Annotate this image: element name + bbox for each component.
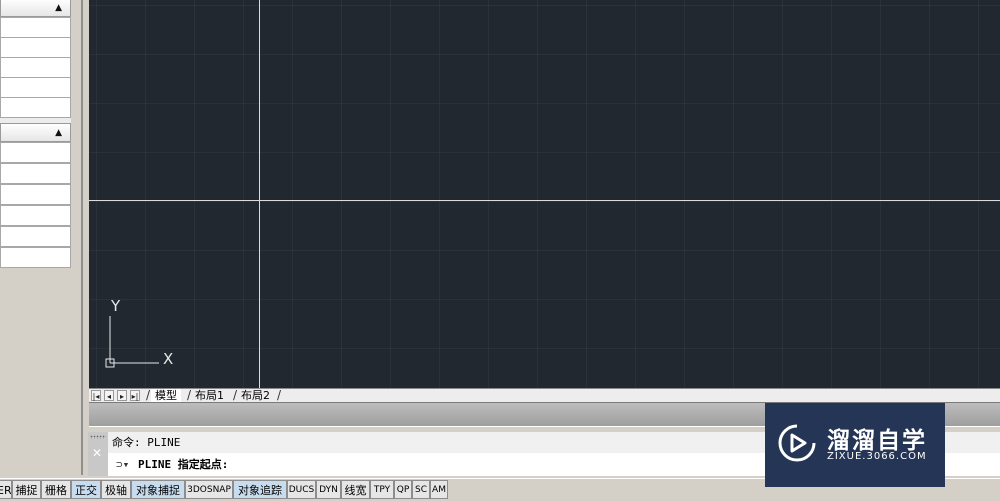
palette-section-header-1[interactable]: ▲ (0, 0, 71, 17)
palette-row[interactable] (0, 184, 71, 205)
next-tab-icon[interactable]: ▸ (117, 390, 127, 401)
palette-row[interactable] (0, 205, 71, 226)
ucs-x-label: X (163, 350, 173, 368)
status-toggle-3dosnap[interactable]: 3DOSNAP (185, 480, 233, 499)
palette-row[interactable] (0, 97, 71, 118)
drawing-canvas[interactable]: Y X (89, 0, 1000, 388)
status-toggle-dyn[interactable]: DYN (316, 480, 341, 499)
palette-row[interactable] (0, 247, 71, 268)
status-toggle-polar[interactable]: 极轴 (101, 480, 131, 499)
palette-edge (81, 0, 83, 475)
palette-row[interactable] (0, 77, 71, 98)
palette-section-header-2[interactable]: ▲ (0, 123, 71, 142)
status-toggle-qp[interactable]: QP (394, 480, 412, 499)
close-icon[interactable]: ✕ (92, 446, 102, 460)
command-prompt-text: PLINE 指定起点: (138, 458, 229, 471)
status-toggle-lineweight[interactable]: 线宽 (341, 480, 370, 499)
properties-palette: ▲ ▲ (0, 0, 83, 475)
tab-layout1[interactable]: 布局1 (191, 389, 228, 402)
watermark-brand: 溜溜自学 (827, 428, 927, 454)
status-toggle-ducs[interactable]: DUCS (287, 480, 316, 499)
ucs-icon: Y X (105, 297, 173, 368)
status-toggle-er[interactable]: ER (0, 480, 12, 499)
watermark-url: ZIXUE.3066.COM (827, 451, 927, 462)
palette-row[interactable] (0, 17, 71, 38)
prev-tab-icon[interactable]: ◂ (104, 390, 114, 401)
watermark-logo: 溜溜自学 ZIXUE.3066.COM (765, 403, 945, 487)
status-toggle-grid[interactable]: 栅格 (41, 480, 71, 499)
layout-tab-bar: |◂ ◂ ▸ ▸| / 模型 / 布局1 / 布局2 / (89, 388, 1000, 403)
last-tab-icon[interactable]: ▸| (130, 390, 140, 401)
ucs-y-label: Y (110, 297, 121, 315)
tab-layout2[interactable]: 布局2 (237, 389, 274, 402)
play-icon (778, 424, 816, 462)
status-toggle-otrack[interactable]: 对象追踪 (233, 480, 287, 499)
palette-row[interactable] (0, 163, 71, 184)
palette-row[interactable] (0, 226, 71, 247)
first-tab-icon[interactable]: |◂ (91, 390, 101, 401)
palette-row[interactable] (0, 142, 71, 163)
status-toggle-tpy[interactable]: TPY (370, 480, 394, 499)
status-toggle-osnap[interactable]: 对象捕捉 (131, 480, 185, 499)
command-prompt-icon[interactable]: ⊃▾ (116, 453, 138, 476)
command-window-grip[interactable]: ✕ (88, 432, 108, 476)
palette-row[interactable] (0, 57, 71, 78)
status-toggle-sc[interactable]: SC (412, 480, 430, 499)
crosshair-horizontal (89, 200, 1000, 201)
tab-model[interactable]: 模型 (151, 389, 181, 403)
status-toggle-snap[interactable]: 捕捉 (12, 480, 41, 499)
status-toggle-ortho[interactable]: 正交 (71, 480, 101, 499)
palette-row[interactable] (0, 37, 71, 58)
crosshair-vertical (259, 0, 260, 388)
collapse-triangle-icon[interactable]: ▲ (55, 128, 62, 138)
status-toggle-am[interactable]: AM (430, 480, 448, 499)
collapse-triangle-icon[interactable]: ▲ (55, 3, 62, 13)
